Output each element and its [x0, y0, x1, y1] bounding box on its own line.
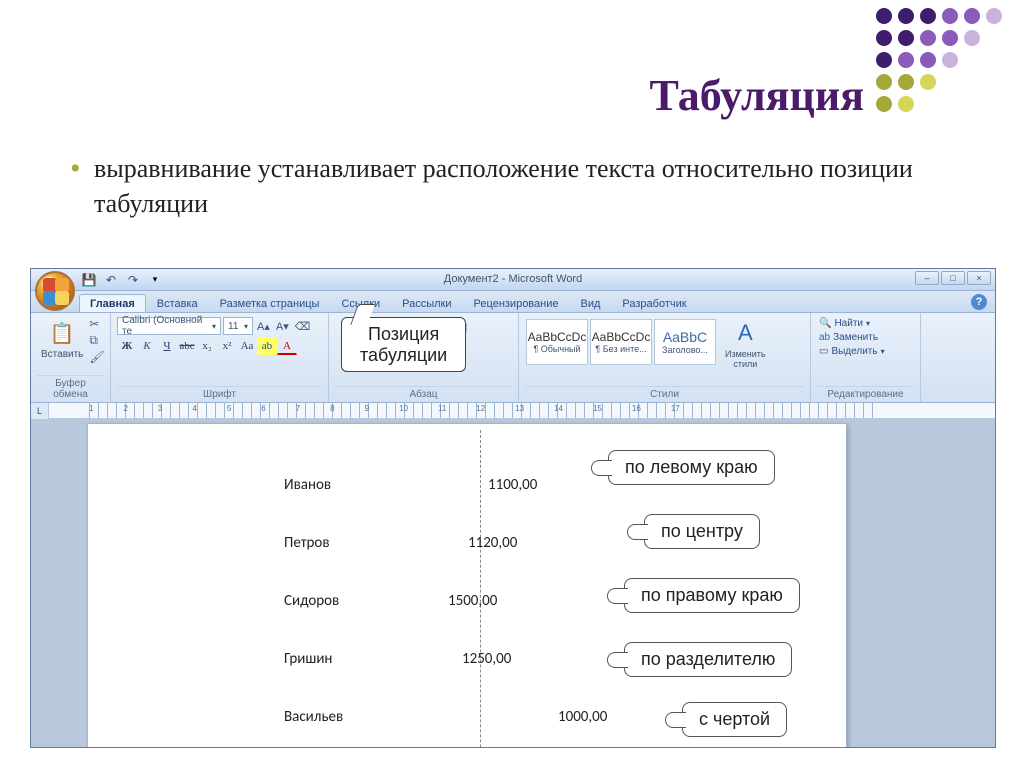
bullet-text: выравнивание устанавливает расположение …: [70, 151, 984, 221]
style-no-spacing[interactable]: AaBbCcDc ¶ Без инте...: [590, 319, 652, 365]
font-size-select[interactable]: 11▾: [223, 317, 253, 335]
font-group-label: Шрифт: [117, 386, 322, 400]
slide-bullets: выравнивание устанавливает расположение …: [0, 131, 1024, 231]
tab-view[interactable]: Вид: [570, 294, 612, 312]
window-titlebar: 💾 ↶ ↷ ▾ Документ2 - Microsoft Word – □ ×: [31, 269, 995, 291]
table-name-cell: Васильев: [284, 708, 343, 726]
styles-group-label: Стили: [525, 386, 804, 400]
table-name-cell: Петров: [284, 534, 330, 552]
find-button[interactable]: 🔍 Найти▾: [817, 317, 914, 330]
change-case-button[interactable]: Aa: [237, 337, 257, 355]
style-normal[interactable]: AaBbCcDc ¶ Обычный: [526, 319, 588, 365]
help-icon[interactable]: ?: [971, 294, 987, 310]
underline-button[interactable]: Ч: [157, 337, 177, 355]
font-name-select[interactable]: Calibri (Основной те▾: [117, 317, 221, 335]
select-icon: ▭: [819, 346, 828, 357]
ribbon-tabs: Главная Вставка Разметка страницы Ссылки…: [31, 291, 995, 313]
style-heading[interactable]: AaBbC Заголово...: [654, 319, 716, 365]
horizontal-ruler[interactable]: L 1234567891011121314151617: [49, 403, 995, 419]
strike-button[interactable]: abc: [177, 337, 197, 355]
undo-icon[interactable]: ↶: [103, 272, 119, 288]
table-value-cell: 1100,00: [488, 476, 537, 494]
superscript-button[interactable]: x²: [217, 337, 237, 355]
save-icon[interactable]: 💾: [81, 272, 97, 288]
document-title: Документ2 - Microsoft Word: [31, 273, 995, 285]
ribbon: 📋 Вставить ✂ ⧉ 🖌 Буфер обмена Calibri (О…: [31, 313, 995, 403]
subscript-button[interactable]: x₂: [197, 337, 217, 355]
font-color-button[interactable]: A: [277, 337, 297, 355]
clipboard-group-label: Буфер обмена: [37, 375, 104, 400]
callout-bar-align: с чертой: [682, 702, 787, 737]
table-value-cell: 1120,00: [468, 534, 517, 552]
paste-button[interactable]: 📋 Вставить: [37, 317, 87, 364]
tab-developer[interactable]: Разработчик: [611, 294, 697, 312]
editing-group-label: Редактирование: [817, 386, 914, 400]
table-name-cell: Иванов: [284, 476, 331, 494]
table-value-cell: 1250,00: [462, 650, 511, 668]
copy-icon[interactable]: ⧉: [89, 333, 104, 348]
qat-dropdown-icon[interactable]: ▾: [147, 272, 163, 288]
tab-guide-line: [480, 430, 481, 747]
slide-title: Табуляция: [0, 0, 1024, 131]
table-name-cell: Гришин: [284, 650, 332, 668]
tab-home[interactable]: Главная: [79, 294, 146, 312]
word-window: 💾 ↶ ↷ ▾ Документ2 - Microsoft Word – □ ×…: [30, 268, 996, 748]
callout-tab-position: Позиция табуляции: [341, 317, 466, 372]
select-button[interactable]: ▭ Выделить▾: [817, 345, 914, 358]
tab-review[interactable]: Рецензирование: [463, 294, 570, 312]
callout-center-align: по центру: [644, 514, 760, 549]
tab-insert[interactable]: Вставка: [146, 294, 209, 312]
callout-right-align: по правому краю: [624, 578, 800, 613]
tab-mailings[interactable]: Рассылки: [391, 294, 462, 312]
change-styles-icon: A: [731, 319, 759, 347]
redo-icon[interactable]: ↷: [125, 272, 141, 288]
maximize-button[interactable]: □: [941, 271, 965, 285]
bold-button[interactable]: Ж: [117, 337, 137, 355]
office-button[interactable]: [35, 271, 75, 311]
cut-icon[interactable]: ✂: [89, 317, 104, 331]
quick-access-toolbar: 💾 ↶ ↷ ▾: [81, 272, 163, 288]
table-name-cell: Сидоров: [284, 592, 339, 610]
paste-label: Вставить: [41, 349, 83, 360]
document-area[interactable]: Иванов 1100,00 Петров 1120,00 Сидоров 15…: [31, 419, 995, 747]
shrink-font-icon[interactable]: A▾: [274, 320, 291, 333]
grow-font-icon[interactable]: A▴: [255, 320, 272, 333]
change-styles-button[interactable]: A Изменить стили: [721, 317, 770, 371]
find-icon: 🔍: [819, 318, 831, 329]
clear-format-icon[interactable]: ⌫: [293, 320, 313, 333]
replace-icon: ab: [819, 332, 830, 343]
clipboard-icon: 📋: [48, 319, 76, 347]
callout-decimal-align: по разделителю: [624, 642, 792, 677]
format-painter-icon[interactable]: 🖌: [89, 350, 104, 364]
minimize-button[interactable]: –: [915, 271, 939, 285]
table-value-cell: 1000,00: [558, 708, 607, 726]
callout-left-align: по левому краю: [608, 450, 775, 485]
page[interactable]: Иванов 1100,00 Петров 1120,00 Сидоров 15…: [87, 423, 847, 747]
decorative-dots: [876, 8, 1006, 116]
italic-button[interactable]: К: [137, 337, 157, 355]
close-button[interactable]: ×: [967, 271, 991, 285]
table-value-cell: 1500,00: [448, 592, 497, 610]
replace-button[interactable]: ab Заменить: [817, 331, 914, 344]
highlight-button[interactable]: ab: [257, 337, 277, 355]
tab-selector[interactable]: L: [31, 403, 49, 419]
tab-layout[interactable]: Разметка страницы: [209, 294, 331, 312]
paragraph-group-label: Абзац: [335, 386, 512, 400]
